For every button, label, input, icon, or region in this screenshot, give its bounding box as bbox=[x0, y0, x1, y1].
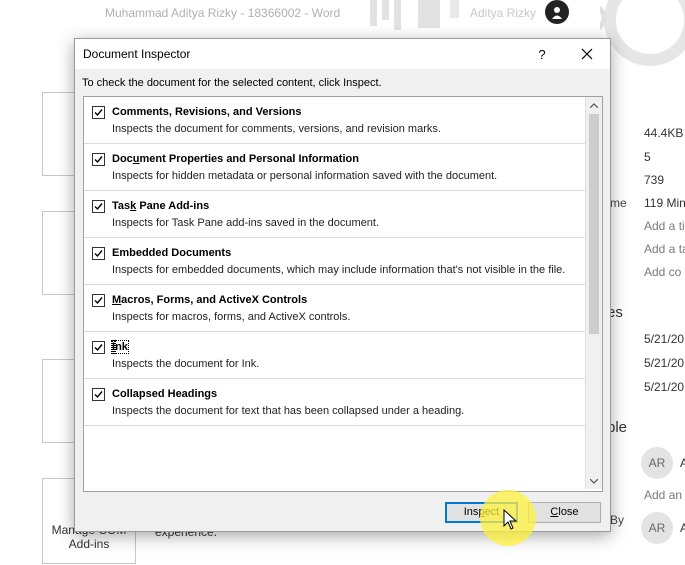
checkmark-icon bbox=[94, 203, 103, 211]
document-inspector-dialog: Document Inspector ? To check the docume… bbox=[74, 38, 611, 532]
inspect-label-part: Ins bbox=[463, 506, 479, 518]
date-modified: 5/21/20 bbox=[644, 332, 685, 346]
item-checkbox[interactable] bbox=[92, 200, 105, 213]
mouse-pointer-icon bbox=[503, 509, 517, 530]
property-editing-time-label: me bbox=[610, 196, 627, 210]
inspection-item: Macros, Forms, and ActiveX Controls Insp… bbox=[84, 285, 585, 332]
scrollbar-thumb[interactable] bbox=[589, 114, 599, 334]
item-name-part: Tas bbox=[112, 200, 131, 212]
date-created: 5/21/20 bbox=[644, 356, 685, 370]
item-name-part: acros, Forms, and ActiveX Controls bbox=[121, 294, 308, 306]
item-description: Inspects the document for text that has … bbox=[112, 405, 465, 417]
window-title: Muhammad Aditya Rizky - 18366002 - Word bbox=[105, 6, 341, 20]
item-name[interactable]: Collapsed Headings bbox=[112, 387, 577, 401]
item-description: Inspects the document for Ink. bbox=[112, 358, 260, 370]
modifier-name[interactable]: A bbox=[680, 521, 685, 535]
inspection-item: Ink Inspects the document for Ink. bbox=[84, 332, 585, 379]
inspection-item: Collapsed Headings Inspects the document… bbox=[84, 379, 585, 426]
item-description: Inspects for hidden metadata or personal… bbox=[112, 170, 498, 182]
item-checkbox[interactable] bbox=[92, 294, 105, 307]
close-icon bbox=[581, 48, 593, 60]
user-name[interactable]: Aditya Rizky bbox=[470, 6, 536, 20]
item-description: Inspects for embedded documents, which m… bbox=[112, 264, 566, 276]
inspection-items: Comments, Revisions, and Versions Inspec… bbox=[84, 97, 585, 426]
last-modified-by-label: By bbox=[610, 513, 625, 527]
help-button[interactable]: ? bbox=[525, 39, 559, 69]
chevron-up-icon bbox=[590, 102, 598, 108]
dialog-titlebar[interactable]: Document Inspector ? bbox=[75, 39, 610, 69]
item-checkbox[interactable] bbox=[92, 341, 105, 354]
item-name[interactable]: Document Properties and Personal Informa… bbox=[112, 152, 577, 166]
item-accesskey: M bbox=[112, 294, 122, 306]
inspection-item: Embedded Documents Inspects for embedded… bbox=[84, 238, 585, 285]
checkmark-icon bbox=[94, 391, 103, 399]
user-photo-icon bbox=[552, 7, 562, 19]
item-name-part: Collapsed Headings bbox=[112, 388, 218, 400]
dialog-title: Document Inspector bbox=[83, 47, 191, 61]
checkmark-icon bbox=[94, 344, 103, 352]
item-checkbox[interactable] bbox=[92, 247, 105, 260]
checkmark-icon bbox=[94, 297, 103, 305]
item-name[interactable]: Ink bbox=[110, 340, 577, 354]
author-name[interactable]: A bbox=[680, 456, 685, 470]
close-window-button[interactable] bbox=[567, 39, 607, 69]
property-pages: 5 bbox=[644, 150, 651, 164]
checkmark-icon bbox=[94, 109, 103, 117]
checkmark-icon bbox=[94, 156, 103, 164]
chevron-down-icon bbox=[590, 478, 598, 484]
item-name[interactable]: Embedded Documents bbox=[112, 246, 577, 260]
close-label-part: lose bbox=[558, 506, 579, 518]
add-tag-field[interactable]: Add a ta bbox=[644, 242, 685, 256]
item-description: Inspects for macros, forms, and ActiveX … bbox=[112, 311, 351, 323]
item-name-part: Comments, Revisions, and Versions bbox=[112, 106, 302, 118]
property-words: 739 bbox=[644, 173, 665, 187]
tile-line-2: Add-ins bbox=[68, 537, 110, 551]
add-comment-field[interactable]: Add co bbox=[644, 265, 681, 279]
property-size: 44.4KB bbox=[644, 126, 684, 140]
scroll-down-button[interactable] bbox=[586, 473, 602, 489]
modifier-avatar: AR bbox=[641, 512, 673, 544]
checkmark-icon bbox=[94, 250, 103, 258]
vertical-scrollbar[interactable] bbox=[585, 97, 602, 489]
inspection-item: Document Properties and Personal Informa… bbox=[84, 144, 585, 191]
close-button[interactable]: Close bbox=[528, 502, 601, 523]
add-author-link[interactable]: Add an bbox=[644, 488, 682, 502]
item-name[interactable]: Task Pane Add-ins bbox=[112, 199, 577, 213]
instruction-text: To check the document for the selected c… bbox=[82, 77, 382, 89]
item-checkbox[interactable] bbox=[92, 106, 105, 119]
author-avatar: AR bbox=[641, 447, 673, 479]
property-editing-time: 119 Min bbox=[644, 196, 685, 210]
inspection-list: Comments, Revisions, and Versions Inspec… bbox=[83, 96, 603, 492]
scroll-up-button[interactable] bbox=[586, 97, 602, 113]
decorative-circle bbox=[600, 0, 685, 66]
item-checkbox[interactable] bbox=[92, 153, 105, 166]
date-printed: 5/21/20 bbox=[644, 380, 685, 394]
item-description: Inspects the document for comments, vers… bbox=[112, 123, 441, 135]
item-name[interactable]: Macros, Forms, and ActiveX Controls bbox=[112, 293, 577, 307]
item-name-part: Doc bbox=[112, 153, 133, 165]
user-avatar[interactable] bbox=[545, 0, 569, 24]
item-accesskey: u bbox=[132, 153, 140, 165]
item-description: Inspects for Task Pane add-ins saved in … bbox=[112, 217, 380, 229]
item-name-part: ment Properties and Personal Information bbox=[139, 153, 359, 165]
item-checkbox[interactable] bbox=[92, 388, 105, 401]
item-name-part: Embedded Documents bbox=[112, 247, 232, 259]
item-name-part: nk bbox=[114, 340, 129, 354]
item-name-part: Pane Add-ins bbox=[136, 200, 210, 212]
item-name[interactable]: Comments, Revisions, and Versions bbox=[112, 105, 577, 119]
add-title-field[interactable]: Add a ti bbox=[644, 219, 685, 233]
inspection-item: Comments, Revisions, and Versions Inspec… bbox=[84, 97, 585, 144]
inspection-item: Task Pane Add-ins Inspects for Task Pane… bbox=[84, 191, 585, 238]
